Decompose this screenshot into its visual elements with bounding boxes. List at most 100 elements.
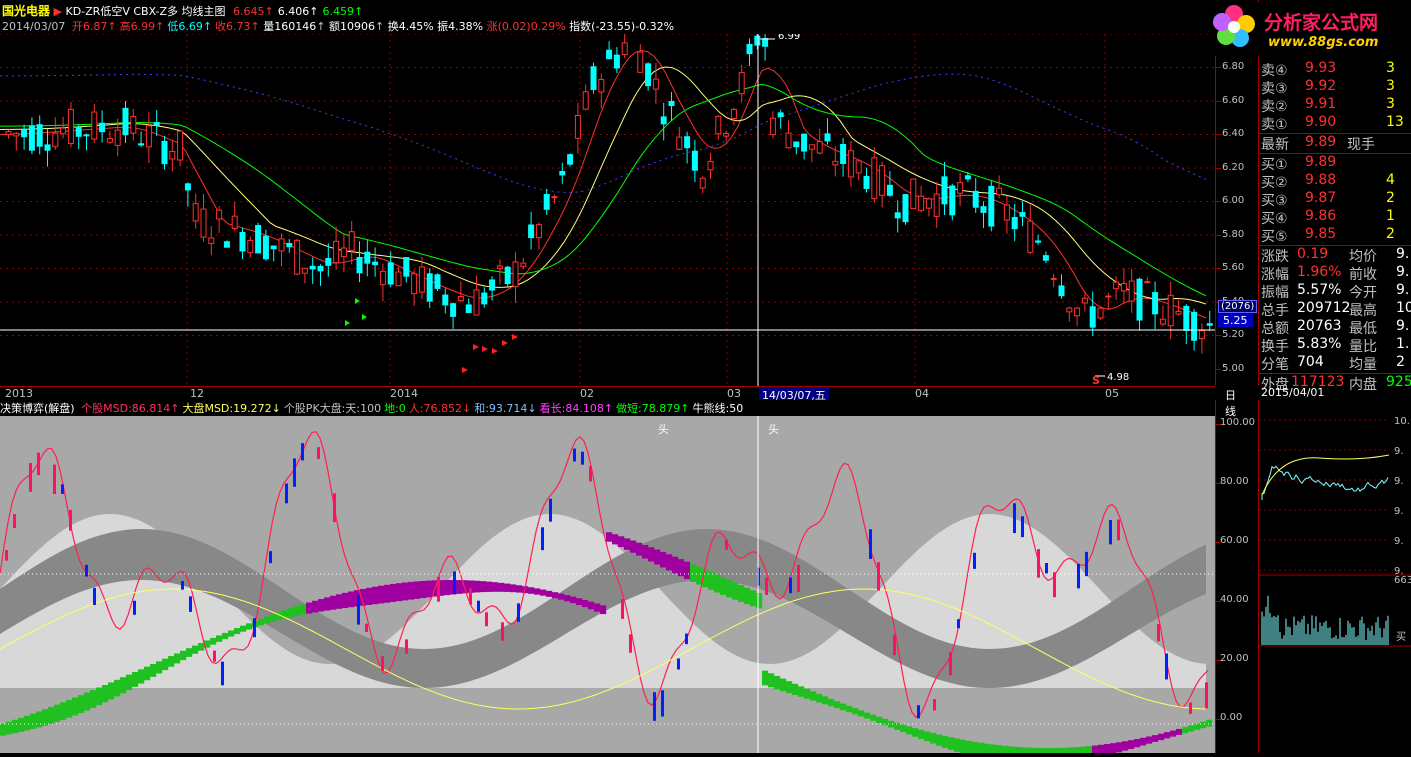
price-axis: 6.806.606.406.206.005.805.605.405.205.00… xyxy=(1215,34,1258,386)
price-tick-mark xyxy=(1216,268,1221,269)
indicator-axis: 100.00 80.00 60.00 40.00 20.00 0.00 xyxy=(1215,400,1259,753)
sell-signal-s: S xyxy=(1092,374,1100,386)
quote-panel: 卖④ 9.93 3 卖③ 9.92 3 卖② 9.91 3 卖① 9.90 13 最新 9.89 现手 买① 9… xyxy=(1258,0,1411,393)
price-tick-mark xyxy=(1216,234,1221,236)
ohlc-0: 开6.87↑ xyxy=(71,20,117,33)
low-price-label: 4.98 xyxy=(1107,372,1129,383)
stat-value: 2 xyxy=(1396,354,1405,370)
cursor-price-label: 5.25 xyxy=(1218,314,1253,327)
stat-value: 1. xyxy=(1396,336,1410,352)
candlestick-chart[interactable]: 6.99 4.98 S xyxy=(0,34,1216,386)
indicator-item-5: 和:93.714↓ xyxy=(474,402,537,415)
sell-row: 卖③ 9.92 3 xyxy=(1261,78,1411,97)
stat-label: 涨幅 xyxy=(1261,267,1289,283)
ohlc-values: 开6.87↑ 高6.99↑ 低6.69↑ 收6.73↑ xyxy=(69,20,260,33)
quote-price: 9.92 xyxy=(1305,78,1337,94)
indicator-chart[interactable]: 头 头 xyxy=(0,416,1215,753)
indicator-item-2: 个股PK大盘:天:100 xyxy=(283,402,382,415)
quote-price: 9.85 xyxy=(1305,226,1337,242)
buy-row: 买③ 9.87 2 xyxy=(1261,190,1411,209)
price-tick-label: 6.00 xyxy=(1222,195,1245,206)
latest-row: 最新 9.89 现手 xyxy=(1261,134,1411,153)
mini-axis-label: 9. xyxy=(1394,476,1404,487)
ma-values: 6.645↑ 6.406↑ 6.459↑ xyxy=(229,5,363,18)
price-tick-label: 5.00 xyxy=(1222,362,1245,374)
quote-label: 最新 xyxy=(1261,137,1289,153)
quote-volume: 4 xyxy=(1386,172,1395,188)
stat-label: 量比 xyxy=(1349,339,1377,355)
quote-price: 9.86 xyxy=(1305,208,1337,224)
stat-value: 1.96% xyxy=(1297,264,1342,280)
stock-name[interactable]: 国光电器 xyxy=(2,4,50,18)
quote-label: 买⑤ xyxy=(1261,229,1288,245)
quote-label: 卖② xyxy=(1261,99,1288,115)
change-value: 涨(0.02)0.29% xyxy=(486,20,566,33)
amount-value: 额10906 xyxy=(329,20,375,33)
site-logo: 分析家公式网 www.88gs.com xyxy=(1212,2,1411,56)
inner-label: 内盘 xyxy=(1349,377,1377,393)
stat-label: 最高 xyxy=(1349,303,1377,319)
ma-value-1: 6.406↑ xyxy=(277,5,319,18)
price-tick-mark xyxy=(1216,335,1221,336)
price-tick-mark xyxy=(1216,134,1221,135)
mini-axis-label: 9. xyxy=(1394,536,1404,547)
stat-value: 9. xyxy=(1396,318,1410,334)
price-tick-label: 6.60 xyxy=(1222,94,1245,106)
stat-value: 0.19 xyxy=(1297,246,1329,262)
stat-value: 9. xyxy=(1396,282,1410,298)
turnover-value: 换4.45% xyxy=(387,20,434,33)
indicator-tick-label: 60.00 xyxy=(1220,535,1249,546)
quote-volume: 3 xyxy=(1386,96,1395,112)
date-label: 12 xyxy=(190,387,204,400)
mini-axis-label: 10. xyxy=(1394,416,1410,427)
mini-axis-label: 9. xyxy=(1394,506,1404,517)
logo-url: www.88gs.com xyxy=(1268,35,1379,50)
intraday-chart: 10.9.9.9.9.9.663买 xyxy=(1259,400,1411,753)
stat-value: 5.83% xyxy=(1297,336,1342,352)
price-tick-label: 6.80 xyxy=(1222,61,1245,72)
indicator-item-3: 地:0 xyxy=(384,402,406,415)
top-marker-1: 头 xyxy=(658,423,669,436)
stat-value: 9. xyxy=(1396,264,1410,280)
price-tick-label: 6.40 xyxy=(1222,128,1245,139)
quote-label: 卖① xyxy=(1261,117,1288,133)
mini-date: 2015/04/01 xyxy=(1261,386,1325,399)
mini-axis-label: 9. xyxy=(1394,446,1404,457)
quote-label: 买② xyxy=(1261,175,1288,191)
indicator-tick-label: 100.00 xyxy=(1220,417,1255,428)
quote-label: 卖④ xyxy=(1261,63,1288,79)
stat-row: 涨跌 0.19 均价 9. xyxy=(1261,246,1411,265)
volume-value: 量160146 xyxy=(263,20,317,33)
main-grid xyxy=(0,34,1215,386)
indicator-item-1: 大盘MSD:19.272↓ xyxy=(182,402,281,415)
quote-volume: 13 xyxy=(1386,114,1404,130)
price-tick-mark xyxy=(1216,67,1221,68)
quote-volume: 3 xyxy=(1386,78,1395,94)
indicator-name[interactable]: 决策博弈(解盘) xyxy=(0,402,75,415)
stat-value: 209712 xyxy=(1297,300,1351,316)
stat-label: 振幅 xyxy=(1261,285,1289,301)
price-tick-mark xyxy=(1216,201,1221,202)
header-row-2: 2014/03/07 开6.87↑ 高6.99↑ 低6.69↑ 收6.73↑ 量160… xyxy=(2,20,675,33)
quote-label: 买④ xyxy=(1261,211,1288,227)
stat-row: 换手 5.83% 量比 1. xyxy=(1261,336,1411,355)
formula-line[interactable]: KD-ZR低空V CBX-Z多 均线主图 xyxy=(65,5,225,18)
sell-row: 卖④ 9.93 3 xyxy=(1261,60,1411,79)
quote-price: 9.88 xyxy=(1305,172,1337,188)
cursor-volume-label: (2076) xyxy=(1218,300,1258,313)
stat-label: 分笔 xyxy=(1261,357,1289,373)
indicator-item-0: 个股MSD:86.814↑ xyxy=(81,402,180,415)
stat-value: 704 xyxy=(1297,354,1324,370)
stat-label: 总额 xyxy=(1261,321,1289,337)
date-label: 04 xyxy=(915,387,929,400)
quote-volume: 2 xyxy=(1386,190,1395,206)
stat-label: 均量 xyxy=(1349,357,1377,373)
arrow-icon: ▶ xyxy=(53,5,62,18)
indicator-values: 个股MSD:86.814↑ 大盘MSD:19.272↓ 个股PK大盘:天:100 地:… xyxy=(78,402,743,415)
price-tick-label: 5.20 xyxy=(1222,329,1245,340)
quote-volume: 2 xyxy=(1386,226,1395,242)
flower-logo-icon xyxy=(1213,5,1255,47)
indicator-item-8: 牛熊线:50 xyxy=(692,402,744,415)
intraday-mini-panel[interactable]: 2015/04/01 10. 9. 9. 9. 9. 9. 663 买 xyxy=(1258,386,1411,753)
stat-row: 分笔 704 均量 2 xyxy=(1261,354,1411,373)
